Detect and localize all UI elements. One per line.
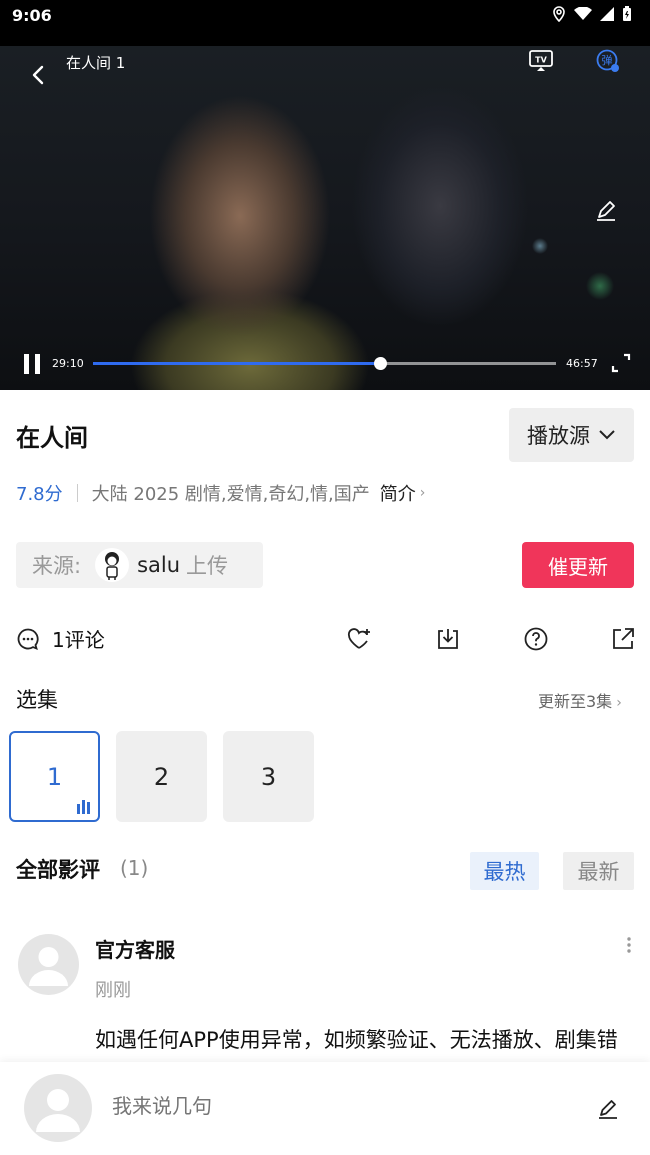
- chevron-right-icon: ›: [419, 485, 426, 501]
- play-source-label: 播放源: [527, 424, 590, 448]
- signal-icon: [600, 7, 614, 21]
- playing-indicator-icon: [77, 800, 90, 814]
- comment-count: 1评论: [52, 628, 105, 652]
- divider: [76, 484, 78, 502]
- show-info: 大陆 2025 剧情,爱情,奇幻,情,国产: [91, 484, 370, 505]
- progress-fill: [93, 362, 381, 365]
- comment-icon: [17, 628, 39, 650]
- episode-item[interactable]: 1: [9, 731, 100, 822]
- edit-icon[interactable]: [596, 1096, 620, 1120]
- download-icon[interactable]: [435, 626, 461, 652]
- danmu-toggle-icon[interactable]: 弹: [595, 48, 621, 74]
- review-time: 刚刚: [95, 980, 131, 1001]
- episode-number: 2: [153, 762, 170, 791]
- uploader-avatar: [95, 548, 130, 582]
- episode-item[interactable]: 3: [223, 731, 314, 822]
- tab-newest[interactable]: 最新: [563, 852, 634, 890]
- cast-tv-icon[interactable]: TV: [528, 48, 554, 74]
- episodes-heading: 选集: [16, 688, 58, 712]
- pause-button[interactable]: [24, 354, 42, 374]
- review-item: 官方客服 刚刚 如遇任何APP使用异常，如频繁验证、无法播放、剧集错乱等，请先尝…: [0, 920, 650, 1060]
- episode-number: 1: [46, 762, 63, 791]
- danmu-label: 弹: [602, 53, 613, 67]
- episodes-update-link[interactable]: 更新至3集 ›: [538, 688, 622, 712]
- battery-icon: [623, 6, 631, 21]
- share-icon[interactable]: [610, 626, 636, 652]
- episode-item[interactable]: 2: [116, 731, 207, 822]
- reviews-heading: 全部影评: [16, 858, 100, 882]
- video-title: 在人间 1: [66, 54, 126, 72]
- play-source-button[interactable]: 播放源: [509, 408, 634, 462]
- location-icon: [553, 6, 565, 22]
- uploader-chip[interactable]: 来源: salu 上传: [16, 542, 263, 588]
- cast-tv-label: TV: [535, 56, 547, 65]
- show-title: 在人间: [16, 424, 88, 452]
- avatar: [24, 1074, 92, 1142]
- tab-hottest[interactable]: 最热: [470, 852, 539, 890]
- source-label: 来源:: [32, 554, 82, 578]
- progress-knob[interactable]: [374, 357, 388, 370]
- review-author[interactable]: 官方客服: [95, 934, 175, 963]
- action-row: 1评论: [16, 622, 636, 656]
- episodes-update-text: 更新至3集: [538, 692, 613, 711]
- wifi-icon: [574, 7, 592, 20]
- fullscreen-icon[interactable]: [610, 352, 632, 374]
- system-icons: [552, 6, 632, 22]
- comment-composer: [0, 1062, 650, 1155]
- uploader-name: salu: [137, 553, 181, 577]
- status-bar: 9:06: [0, 0, 650, 46]
- danmu-edit-icon[interactable]: [594, 198, 618, 222]
- favorite-add-icon[interactable]: [346, 626, 372, 652]
- uploader-suffix: 上传: [186, 554, 229, 578]
- reviews-count: (1): [120, 856, 149, 880]
- video-player[interactable]: 在人间 1 TV 弹 29:10 46:57: [0, 46, 650, 390]
- show-meta: 7.8分 大陆 2025 剧情,爱情,奇幻,情,国产 简介 ›: [16, 480, 425, 506]
- intro-link[interactable]: 简介: [380, 480, 416, 506]
- back-arrow-icon[interactable]: [26, 62, 52, 88]
- chevron-down-icon: [599, 430, 615, 440]
- score: 7.8分: [16, 484, 63, 505]
- avatar[interactable]: [18, 934, 79, 995]
- progress-bar[interactable]: [93, 357, 556, 370]
- chevron-right-icon: ›: [616, 695, 622, 711]
- current-time: 29:10: [52, 357, 84, 370]
- comment-input[interactable]: [112, 1094, 552, 1118]
- status-time: 9:06: [12, 6, 52, 25]
- more-vertical-icon[interactable]: [624, 936, 634, 956]
- urge-update-button[interactable]: 催更新: [522, 542, 634, 588]
- duration: 46:57: [566, 357, 598, 370]
- comment-button[interactable]: 1评论: [16, 624, 105, 653]
- help-icon[interactable]: [523, 626, 549, 652]
- episode-number: 3: [260, 762, 277, 791]
- review-text: 如遇任何APP使用异常，如频繁验证、无法播放、剧集错乱等，请先尝试重启，如还无法…: [95, 1028, 618, 1052]
